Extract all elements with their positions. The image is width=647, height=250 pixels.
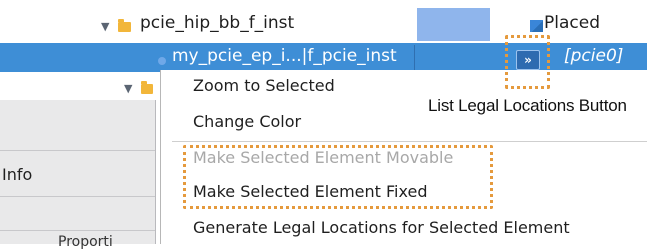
info-label: Info <box>2 165 33 184</box>
callout-box-button <box>505 35 550 89</box>
panel-divider <box>0 196 155 197</box>
panel-divider <box>0 150 155 151</box>
panel-divider <box>0 230 155 231</box>
folder-icon <box>141 81 153 94</box>
instance-icon <box>158 57 166 65</box>
chevron-down-icon[interactable]: ▼ <box>101 20 109 33</box>
chevron-down-icon[interactable]: ▼ <box>124 82 132 95</box>
callout-label: List Legal Locations Button <box>428 96 627 115</box>
tree-item-label: pcie_hip_bb_f_inst <box>140 13 295 33</box>
properties-label: Proporti <box>58 234 113 250</box>
menu-item-generate-legal-locations[interactable]: Generate Legal Locations for Selected El… <box>193 218 570 237</box>
placed-status-icon <box>530 20 543 32</box>
column-highlight-cell <box>417 8 490 41</box>
panel-vertical-divider <box>155 100 156 244</box>
tree-item-label-selected: my_pcie_ep_i...|f_pcie_inst <box>172 46 397 66</box>
column-divider <box>414 45 415 70</box>
folder-icon <box>118 19 131 32</box>
status-text: Placed <box>544 13 600 33</box>
menu-separator <box>172 141 647 142</box>
menu-item-zoom-to-selected[interactable]: Zoom to Selected <box>193 76 335 95</box>
location-text: [pcie0] <box>564 46 624 66</box>
menu-item-change-color[interactable]: Change Color <box>193 112 301 131</box>
callout-box-menu-items <box>183 145 493 209</box>
